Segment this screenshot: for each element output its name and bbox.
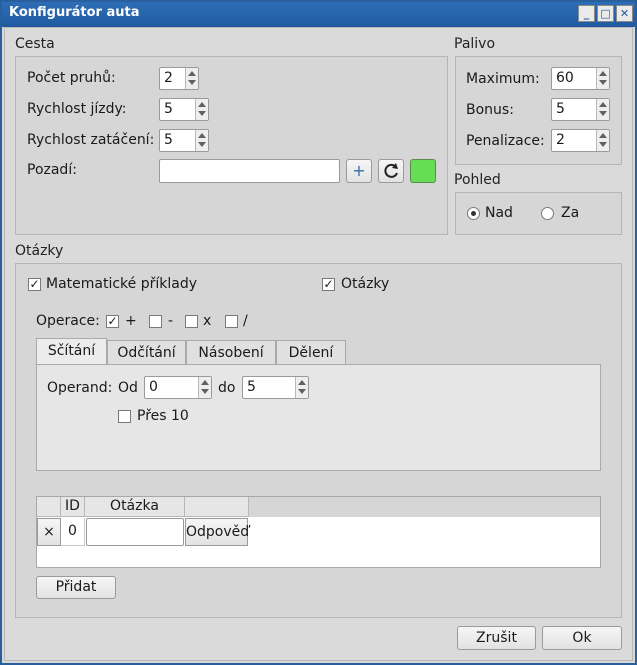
spinner-arrows-icon[interactable] [596, 130, 609, 151]
pohled-title: Pohled [454, 172, 501, 188]
minimize-icon[interactable]: _ [578, 5, 595, 22]
close-icon[interactable]: ✕ [616, 5, 633, 22]
bonus-spinner[interactable]: 5 [551, 98, 610, 121]
questions-label: Otázky [341, 276, 390, 292]
radio-nad[interactable] [467, 207, 480, 220]
radio-za[interactable] [541, 207, 554, 220]
op-times-label: x [203, 313, 212, 329]
questions-checkbox[interactable]: ✓ [322, 278, 335, 291]
do-value: 5 [247, 379, 256, 395]
lanes-value: 2 [164, 70, 173, 86]
turn-value: 5 [164, 132, 173, 148]
title-bar[interactable]: Konfigurátor auta _ □ ✕ [0, 0, 637, 27]
radio-nad-label: Nad [485, 205, 513, 221]
over10-label: Přes 10 [137, 408, 189, 424]
ok-button[interactable]: Ok [542, 626, 622, 650]
background-field[interactable] [159, 159, 340, 183]
tab-odcitani[interactable]: Odčítání [107, 340, 186, 365]
window-title: Konfigurátor auta [9, 5, 140, 20]
do-label: do [218, 380, 236, 396]
add-background-button[interactable]: + [346, 159, 372, 183]
answer-button[interactable]: Odpověď [185, 518, 249, 546]
op-plus-label: + [125, 313, 137, 329]
otazky-title: Otázky [15, 243, 64, 259]
color-swatch[interactable] [410, 159, 436, 183]
math-label: Matematické příklady [46, 276, 198, 292]
spinner-arrows-icon[interactable] [198, 377, 211, 398]
op-minus-label: - [168, 313, 174, 329]
spinner-arrows-icon[interactable] [596, 68, 609, 89]
add-question-button[interactable]: Přidat [36, 576, 116, 599]
pohled-frame [455, 192, 622, 235]
speed-value: 5 [164, 101, 173, 117]
background-label: Pozadí: [27, 162, 77, 178]
max-label: Maximum: [466, 71, 540, 87]
max-value: 60 [556, 70, 574, 86]
tab-nasobeni[interactable]: Násobení [186, 340, 276, 365]
math-checkbox[interactable]: ✓ [28, 278, 41, 291]
palivo-title: Palivo [454, 36, 496, 52]
tab-scitani[interactable]: Sčítání [36, 338, 107, 365]
radio-za-label: Za [561, 205, 580, 221]
cancel-button[interactable]: Zrušit [457, 626, 536, 650]
delete-row-button[interactable]: × [37, 518, 61, 546]
od-value: 0 [149, 379, 158, 395]
spinner-arrows-icon[interactable] [295, 377, 308, 398]
row-id: 0 [61, 518, 85, 546]
column-header-delete [37, 497, 61, 517]
spinner-arrows-icon[interactable] [195, 99, 208, 120]
turn-spinner[interactable]: 5 [159, 129, 209, 152]
over10-checkbox[interactable] [118, 410, 131, 423]
refresh-icon [384, 163, 398, 178]
spinner-arrows-icon[interactable] [596, 99, 609, 120]
op-minus-checkbox[interactable] [149, 315, 162, 328]
op-divide-label: / [243, 313, 248, 329]
penalty-label: Penalizace: [466, 133, 545, 149]
bonus-label: Bonus: [466, 102, 514, 118]
column-header-question: Otázka [85, 497, 185, 517]
column-header-id: ID [61, 497, 85, 517]
lanes-spinner[interactable]: 2 [159, 67, 199, 90]
radio-selected-dot [471, 211, 476, 216]
op-divide-checkbox[interactable] [225, 315, 238, 328]
reload-button[interactable] [378, 159, 404, 183]
maximize-icon[interactable]: □ [597, 5, 614, 22]
tab-deleni[interactable]: Dělení [276, 340, 346, 365]
spinner-arrows-icon[interactable] [195, 130, 208, 151]
op-times-checkbox[interactable] [185, 315, 198, 328]
od-label: Od [118, 380, 138, 396]
penalty-value: 2 [556, 132, 565, 148]
penalty-spinner[interactable]: 2 [551, 129, 610, 152]
spinner-arrows-icon[interactable] [185, 68, 198, 89]
bonus-value: 5 [556, 101, 565, 117]
column-header-answer [185, 497, 249, 517]
lanes-label: Počet pruhů: [27, 70, 116, 86]
op-plus-checkbox[interactable]: ✓ [106, 315, 119, 328]
question-input[interactable] [86, 518, 184, 546]
speed-spinner[interactable]: 5 [159, 98, 209, 121]
operand-label: Operand: [47, 380, 113, 396]
od-spinner[interactable]: 0 [144, 376, 212, 399]
ops-label: Operace: [36, 313, 100, 329]
max-spinner[interactable]: 60 [551, 67, 610, 90]
do-spinner[interactable]: 5 [242, 376, 309, 399]
turn-label: Rychlost zatáčení: [27, 132, 155, 148]
cesta-title: Cesta [15, 36, 55, 52]
speed-label: Rychlost jízdy: [27, 101, 127, 117]
